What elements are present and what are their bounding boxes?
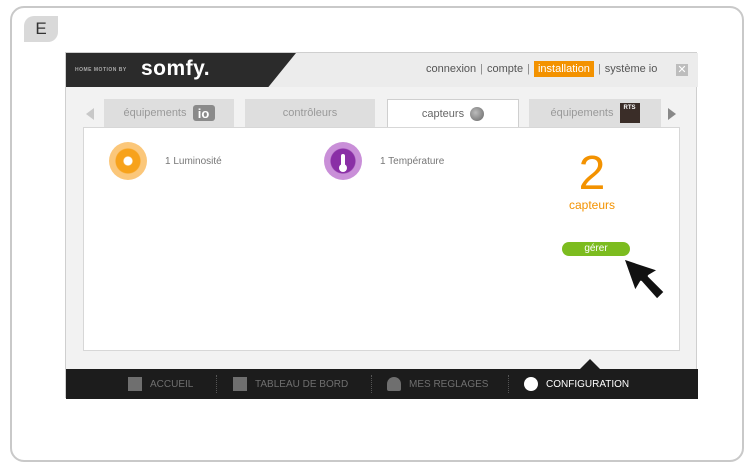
manage-button[interactable]: gérer bbox=[562, 242, 630, 256]
sensor-label: 1 Température bbox=[380, 155, 445, 167]
tab-next-arrow-icon[interactable] bbox=[668, 108, 676, 120]
top-bar: HOME MOTION BY somfy. connexion | compte… bbox=[66, 53, 698, 87]
count-number: 2 bbox=[578, 147, 606, 200]
bottom-nav: ACCUEIL TABLEAU DE BORD MES REGLAGES CON… bbox=[66, 369, 698, 399]
tab-label: équipements bbox=[550, 107, 614, 119]
nav-tableau-de-bord[interactable]: TABLEAU DE BORD bbox=[233, 369, 348, 399]
sensor-label: 1 Luminosité bbox=[165, 155, 222, 167]
tab-equipements-io[interactable]: équipements io bbox=[104, 99, 234, 127]
somfy-logo: somfy. bbox=[141, 57, 211, 80]
nav-configuration[interactable]: CONFIGURATION bbox=[524, 369, 629, 399]
sun-icon bbox=[109, 142, 147, 180]
nav-label: TABLEAU DE BORD bbox=[255, 378, 349, 390]
home-icon bbox=[128, 377, 142, 391]
tab-prev-arrow-icon[interactable] bbox=[86, 108, 94, 120]
sensors-panel: 1 Luminosité 1 Température 2 capteurs gé… bbox=[83, 127, 680, 351]
tab-controleurs[interactable]: contrôleurs bbox=[245, 99, 375, 127]
tabs-row: équipements io contrôleurs capteurs équi… bbox=[66, 99, 698, 127]
rts-icon: RTS bbox=[619, 103, 640, 123]
nav-accueil[interactable]: ACCUEIL bbox=[128, 369, 193, 399]
sensor-temperature[interactable]: 1 Température bbox=[324, 142, 444, 180]
tab-label: équipements bbox=[123, 107, 187, 119]
close-icon[interactable]: ✕ bbox=[676, 64, 688, 76]
step-badge: E bbox=[24, 16, 58, 42]
top-nav: connexion | compte | installation | syst… bbox=[426, 61, 658, 77]
mouse-pointer-icon bbox=[621, 256, 667, 302]
sensor-count: 2 capteurs bbox=[562, 147, 622, 213]
nav-label: CONFIGURATION bbox=[546, 378, 630, 390]
app-window: HOME MOTION BY somfy. connexion | compte… bbox=[65, 52, 698, 399]
count-label: capteurs bbox=[568, 198, 616, 212]
nav-mes-reglages[interactable]: MES REGLAGES bbox=[387, 369, 488, 399]
brand-area: HOME MOTION BY somfy. bbox=[66, 53, 296, 87]
gear-icon bbox=[524, 377, 538, 391]
dashboard-icon bbox=[233, 377, 247, 391]
user-icon bbox=[387, 377, 401, 391]
brand-tagline: HOME MOTION BY bbox=[75, 67, 127, 73]
nav-label: MES REGLAGES bbox=[409, 378, 489, 390]
tab-equipements-rts[interactable]: équipements RTS bbox=[529, 99, 661, 127]
nav-systeme-io[interactable]: système io bbox=[605, 63, 658, 75]
sensor-icon bbox=[470, 106, 485, 121]
nav-connexion[interactable]: connexion bbox=[426, 63, 476, 75]
tab-label: capteurs bbox=[421, 107, 465, 120]
sensor-luminosite[interactable]: 1 Luminosité bbox=[109, 142, 222, 180]
nav-installation[interactable]: installation bbox=[533, 61, 594, 77]
thermometer-icon bbox=[324, 142, 362, 180]
nav-compte[interactable]: compte bbox=[487, 63, 523, 75]
nav-label: ACCUEIL bbox=[150, 378, 194, 390]
tab-label: contrôleurs bbox=[282, 107, 338, 119]
tab-capteurs[interactable]: capteurs bbox=[387, 99, 519, 127]
io-icon: io bbox=[192, 105, 215, 121]
active-indicator bbox=[580, 359, 600, 369]
